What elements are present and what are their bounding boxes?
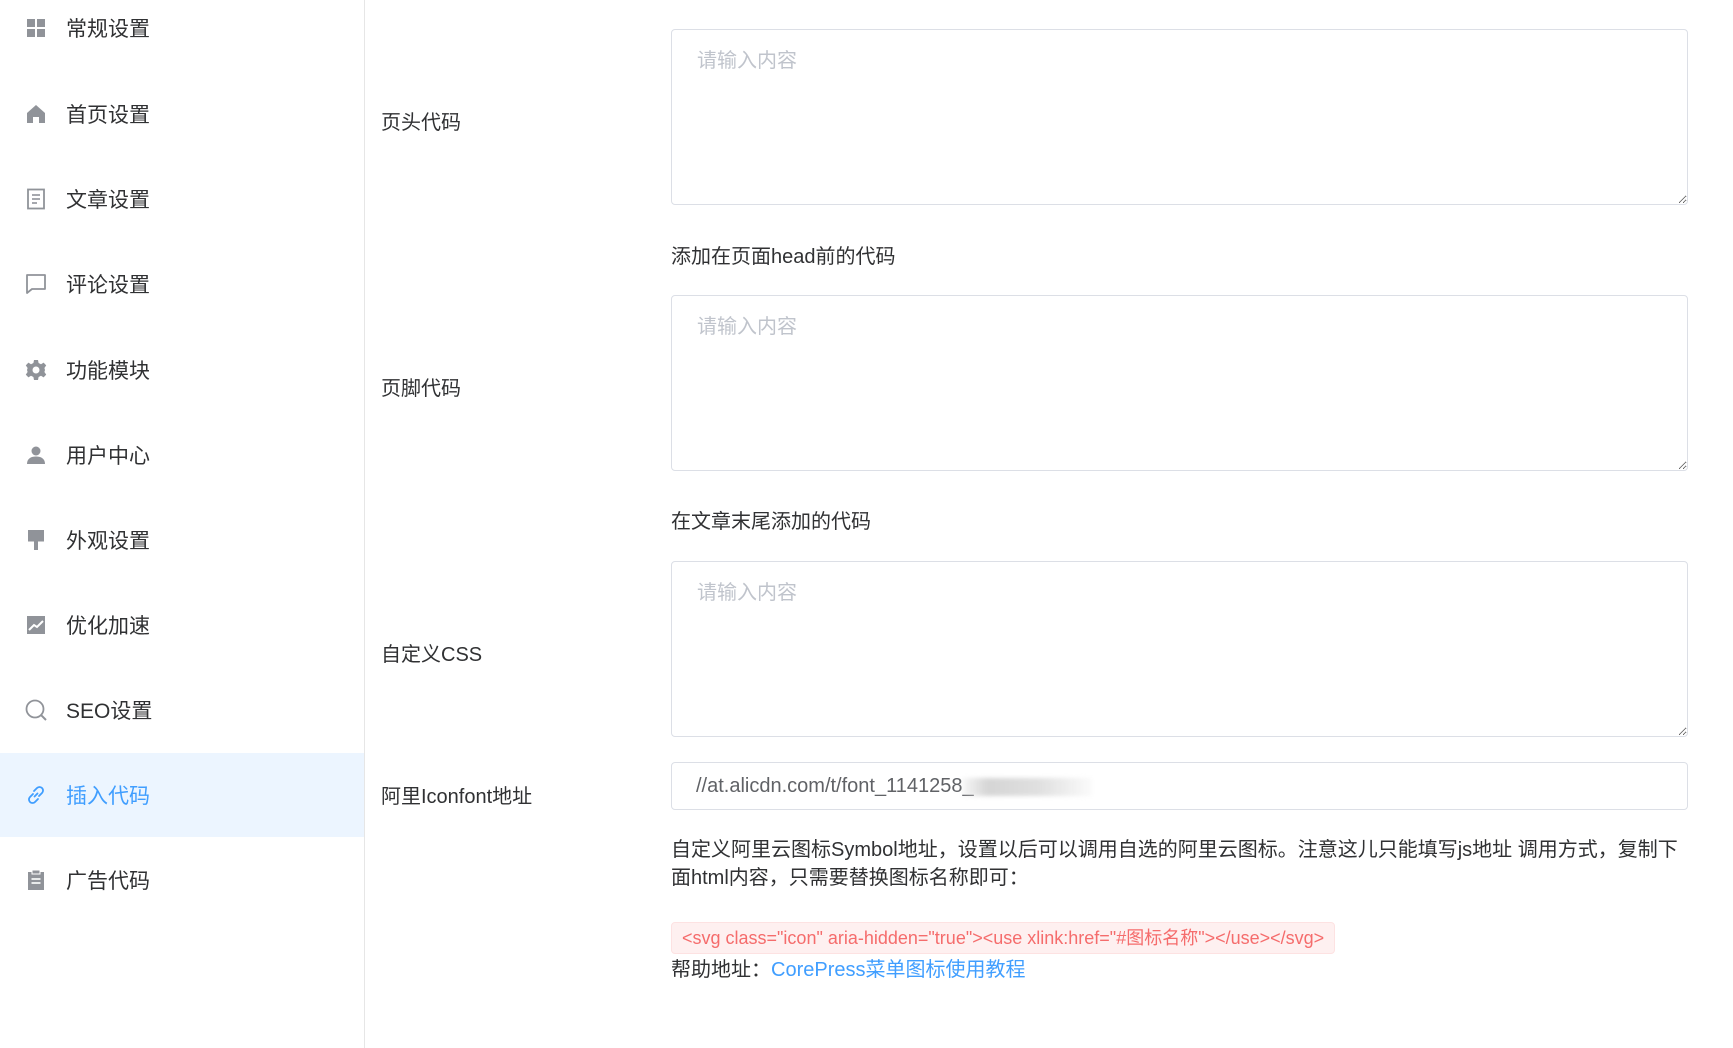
header-code-hint: 添加在页面head前的代码: [671, 246, 896, 268]
sidebar-item-appearance[interactable]: 外观设置: [0, 498, 364, 582]
gear-icon: [24, 358, 48, 382]
comment-icon: [24, 272, 48, 296]
grid-icon: [24, 16, 48, 40]
document-icon: [24, 187, 48, 211]
iconfont-url-input[interactable]: [671, 762, 1688, 810]
sidebar-item-label: 插入代码: [66, 785, 150, 808]
settings-form: 页头代码 添加在页面head前的代码 页脚代码 在文章末尾添加的代码 自定义CS…: [366, 0, 1733, 1048]
sidebar-item-article[interactable]: 文章设置: [0, 157, 364, 241]
footer-code-hint: 在文章末尾添加的代码: [671, 511, 871, 533]
sidebar-item-label: 评论设置: [66, 274, 150, 297]
app-root: 常规设置 首页设置 文章设置 评论设置 功能模块 用户中心 外观设置 优化加速 …: [0, 0, 1733, 1048]
sidebar-item-label: SEO设置: [66, 700, 153, 723]
help-link[interactable]: CorePress菜单图标使用教程: [771, 959, 1025, 981]
home-icon: [24, 102, 48, 126]
iconfont-description: 自定义阿里云图标Symbol地址，设置以后可以调用自选的阿里云图标。注意这儿只能…: [671, 839, 1678, 889]
chart-icon: [24, 613, 48, 637]
link-icon: [24, 783, 48, 807]
custom-css-textarea[interactable]: [671, 561, 1688, 737]
sidebar-item-general[interactable]: 常规设置: [0, 0, 364, 70]
sidebar-item-label: 外观设置: [66, 530, 150, 553]
sidebar-item-label: 优化加速: [66, 615, 150, 638]
sidebar-item-seo[interactable]: SEO设置: [0, 668, 364, 752]
iconfont-label: 阿里Iconfont地址: [381, 786, 533, 808]
brush-icon: [24, 528, 48, 552]
code-sample-tag: <svg class="icon" aria-hidden="true"><us…: [671, 922, 1336, 954]
sidebar-item-features[interactable]: 功能模块: [0, 328, 364, 412]
redacted-blur: [962, 778, 1092, 796]
user-icon: [24, 443, 48, 467]
sidebar: 常规设置 首页设置 文章设置 评论设置 功能模块 用户中心 外观设置 优化加速 …: [0, 0, 365, 1048]
header-code-label: 页头代码: [381, 112, 461, 134]
sidebar-item-user-center[interactable]: 用户中心: [0, 413, 364, 497]
sidebar-item-home[interactable]: 首页设置: [0, 72, 364, 156]
sidebar-item-optimization[interactable]: 优化加速: [0, 583, 364, 667]
footer-code-label: 页脚代码: [381, 378, 461, 400]
sidebar-item-label: 用户中心: [66, 445, 150, 468]
custom-css-label: 自定义CSS: [381, 644, 483, 666]
sidebar-item-ad-code[interactable]: 广告代码: [0, 838, 364, 922]
sidebar-item-label: 文章设置: [66, 189, 150, 212]
header-code-textarea[interactable]: [671, 29, 1688, 205]
sidebar-item-label: 功能模块: [66, 360, 150, 383]
sidebar-item-comment[interactable]: 评论设置: [0, 242, 364, 326]
help-prefix: 帮助地址：: [671, 959, 771, 981]
clipboard-icon: [24, 868, 48, 892]
sidebar-item-label: 广告代码: [66, 870, 150, 893]
sidebar-item-insert-code[interactable]: 插入代码: [0, 753, 364, 837]
footer-code-textarea[interactable]: [671, 295, 1688, 471]
search-icon: [24, 698, 48, 722]
sidebar-item-label: 首页设置: [66, 104, 150, 127]
sidebar-item-label: 常规设置: [66, 18, 150, 41]
help-line: 帮助地址：CorePress菜单图标使用教程: [671, 953, 1025, 982]
